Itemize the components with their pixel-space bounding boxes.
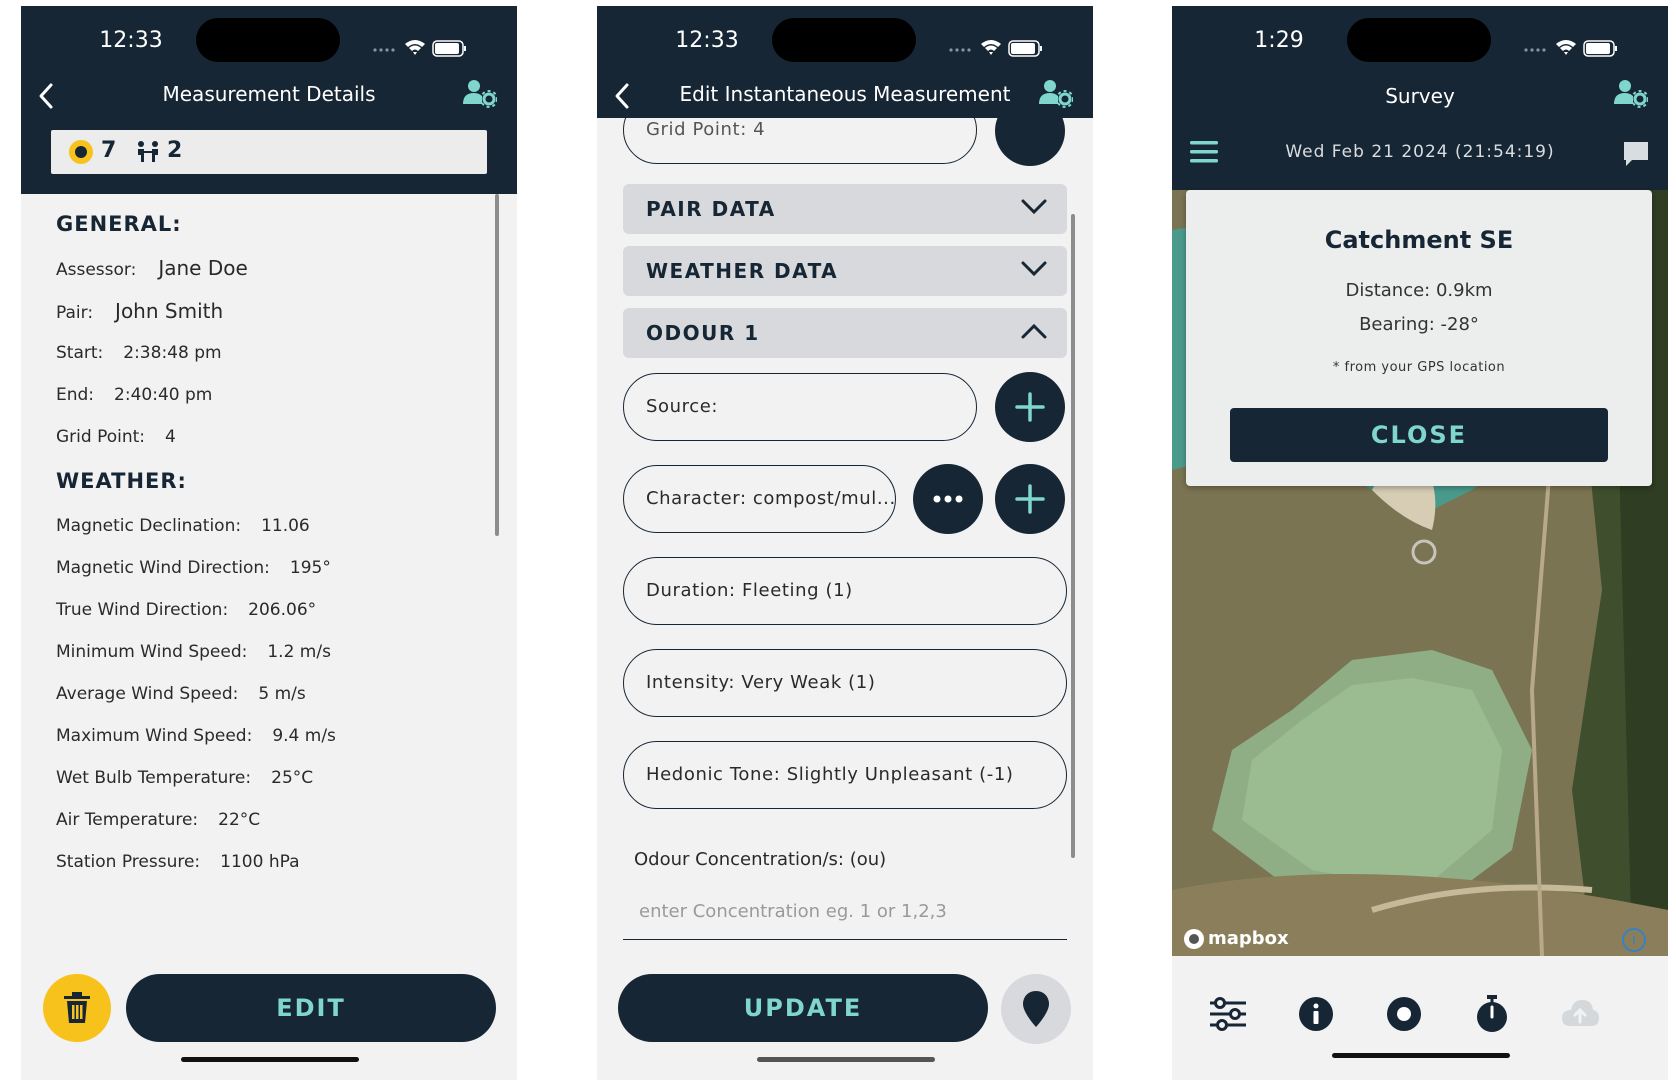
weather-row: Air Temperature: 22°C [56,810,261,830]
detail-row-start: Start: 2:38:48 pm [56,343,222,363]
intensity-field[interactable]: Intensity: Very Weak (1) [623,649,1067,717]
survey-screen: 1:29 Survey Wed Feb 21 2024 (21:54:19) m… [1172,6,1668,1080]
concentration-input[interactable] [623,884,1067,940]
dynamic-island [196,18,340,62]
accordion-weather-data[interactable]: WEATHER DATA [623,246,1067,296]
status-time: 12:33 [675,28,739,53]
add-character-button[interactable] [995,464,1065,534]
hedonic-tone-field[interactable]: Hedonic Tone: Slightly Unpleasant (-1) [623,741,1067,809]
general-heading: GENERAL: [56,212,182,236]
page-title: Measurement Details [162,82,376,106]
status-time: 1:29 [1254,28,1304,53]
update-button[interactable]: UPDATE [618,974,988,1042]
bottom-tab-bar [1172,956,1668,1080]
user-settings-icon[interactable] [463,78,497,108]
weather-row: Station Pressure: 1100 hPa [56,852,300,872]
edit-measurement-screen: 12:33 Edit Instantaneous Measurement Gri… [597,6,1093,1080]
trash-icon [64,992,90,1023]
survey-subheader: Wed Feb 21 2024 (21:54:19) [1172,118,1668,190]
header-layer: 12:33 Edit Instantaneous Measurement [597,6,1093,118]
edit-button[interactable]: EDIT [126,974,496,1042]
cloud-upload-icon[interactable] [1560,994,1600,1034]
status-summary-bar: 7 2 [51,130,487,174]
home-indicator [181,1057,359,1062]
page-title: Survey [1385,84,1455,108]
status-icons [949,40,1042,57]
weather-row: Magnetic Wind Direction: 195° [56,558,331,578]
more-character-button[interactable] [913,464,983,534]
weather-row: True Wind Direction: 206.06° [56,600,317,620]
concentration-label: Odour Concentration/s: (ou) [634,849,887,870]
weather-row: Wet Bulb Temperature: 25°C [56,768,314,788]
measurement-details-screen: 12:33 Measurement Details 7 2 GENERAL: A… [21,6,517,1080]
dynamic-island [772,18,916,62]
chevron-down-icon [1021,261,1047,277]
measurement-count-icon [69,140,93,164]
mapbox-logo: mapbox [1184,928,1289,949]
sliders-icon[interactable] [1208,994,1248,1034]
record-icon[interactable] [1384,994,1424,1034]
status-time: 12:33 [99,28,163,53]
accordion-pair-data[interactable]: PAIR DATA [623,184,1067,234]
plus-icon [1015,484,1045,514]
stopwatch-icon[interactable] [1472,994,1512,1034]
delete-button[interactable] [43,974,111,1042]
map-info-button[interactable]: i [1622,928,1646,952]
mapbox-icon [1184,928,1204,949]
menu-icon[interactable] [1190,140,1218,164]
detail-row-assessor: Assessor: Jane Doe [56,256,248,280]
weather-heading: WEATHER: [56,469,187,493]
status-icons [373,40,466,57]
chevron-up-icon [1021,323,1047,339]
location-button[interactable] [1001,974,1071,1044]
card-title: Catchment SE [1324,226,1514,254]
weather-row: Magnetic Declination: 11.06 [56,516,310,536]
map-pin-icon [1023,991,1049,1027]
back-icon[interactable] [611,82,635,110]
source-field[interactable]: Source: [623,373,977,441]
status-icons [1524,40,1617,57]
pair-count: 2 [167,138,183,163]
location-card: Catchment SE Distance: 0.9km Bearing: -2… [1186,190,1652,486]
plus-icon [1015,392,1045,422]
card-note: * from your GPS location [1332,360,1506,375]
chat-icon[interactable] [1622,140,1650,168]
weather-row: Minimum Wind Speed: 1.2 m/s [56,642,331,662]
card-bearing: Bearing: -28° [1359,314,1479,335]
weather-row: Maximum Wind Speed: 9.4 m/s [56,726,336,746]
home-indicator [1332,1053,1510,1058]
pair-icon [138,141,158,162]
back-icon[interactable] [35,82,59,110]
add-source-button[interactable] [995,372,1065,442]
measurement-count: 7 [101,138,117,163]
weather-row: Average Wind Speed: 5 m/s [56,684,306,704]
detail-row-end: End: 2:40:40 pm [56,385,213,405]
accordion-odour-1[interactable]: ODOUR 1 [623,308,1067,358]
user-settings-icon[interactable] [1614,78,1648,108]
scrollbar[interactable] [1071,214,1075,858]
more-icon [933,495,963,503]
chevron-down-icon [1021,199,1047,215]
detail-row-pair: Pair: John Smith [56,299,224,323]
scrollbar[interactable] [495,194,499,536]
card-distance: Distance: 0.9km [1345,280,1493,301]
dynamic-island [1347,18,1491,62]
app-header: 1:29 Survey [1172,6,1668,118]
detail-row-grid-point: Grid Point: 4 [56,427,176,447]
duration-field[interactable]: Duration: Fleeting (1) [623,557,1067,625]
character-field[interactable]: Character: compost/mul... [623,465,896,533]
page-title: Edit Instantaneous Measurement [679,82,1011,106]
info-icon[interactable] [1296,994,1336,1034]
home-indicator [757,1057,935,1062]
close-button[interactable]: CLOSE [1230,408,1608,462]
survey-date: Wed Feb 21 2024 (21:54:19) [1285,142,1555,162]
app-header: 12:33 Measurement Details [21,6,517,118]
user-settings-icon[interactable] [1039,78,1073,108]
